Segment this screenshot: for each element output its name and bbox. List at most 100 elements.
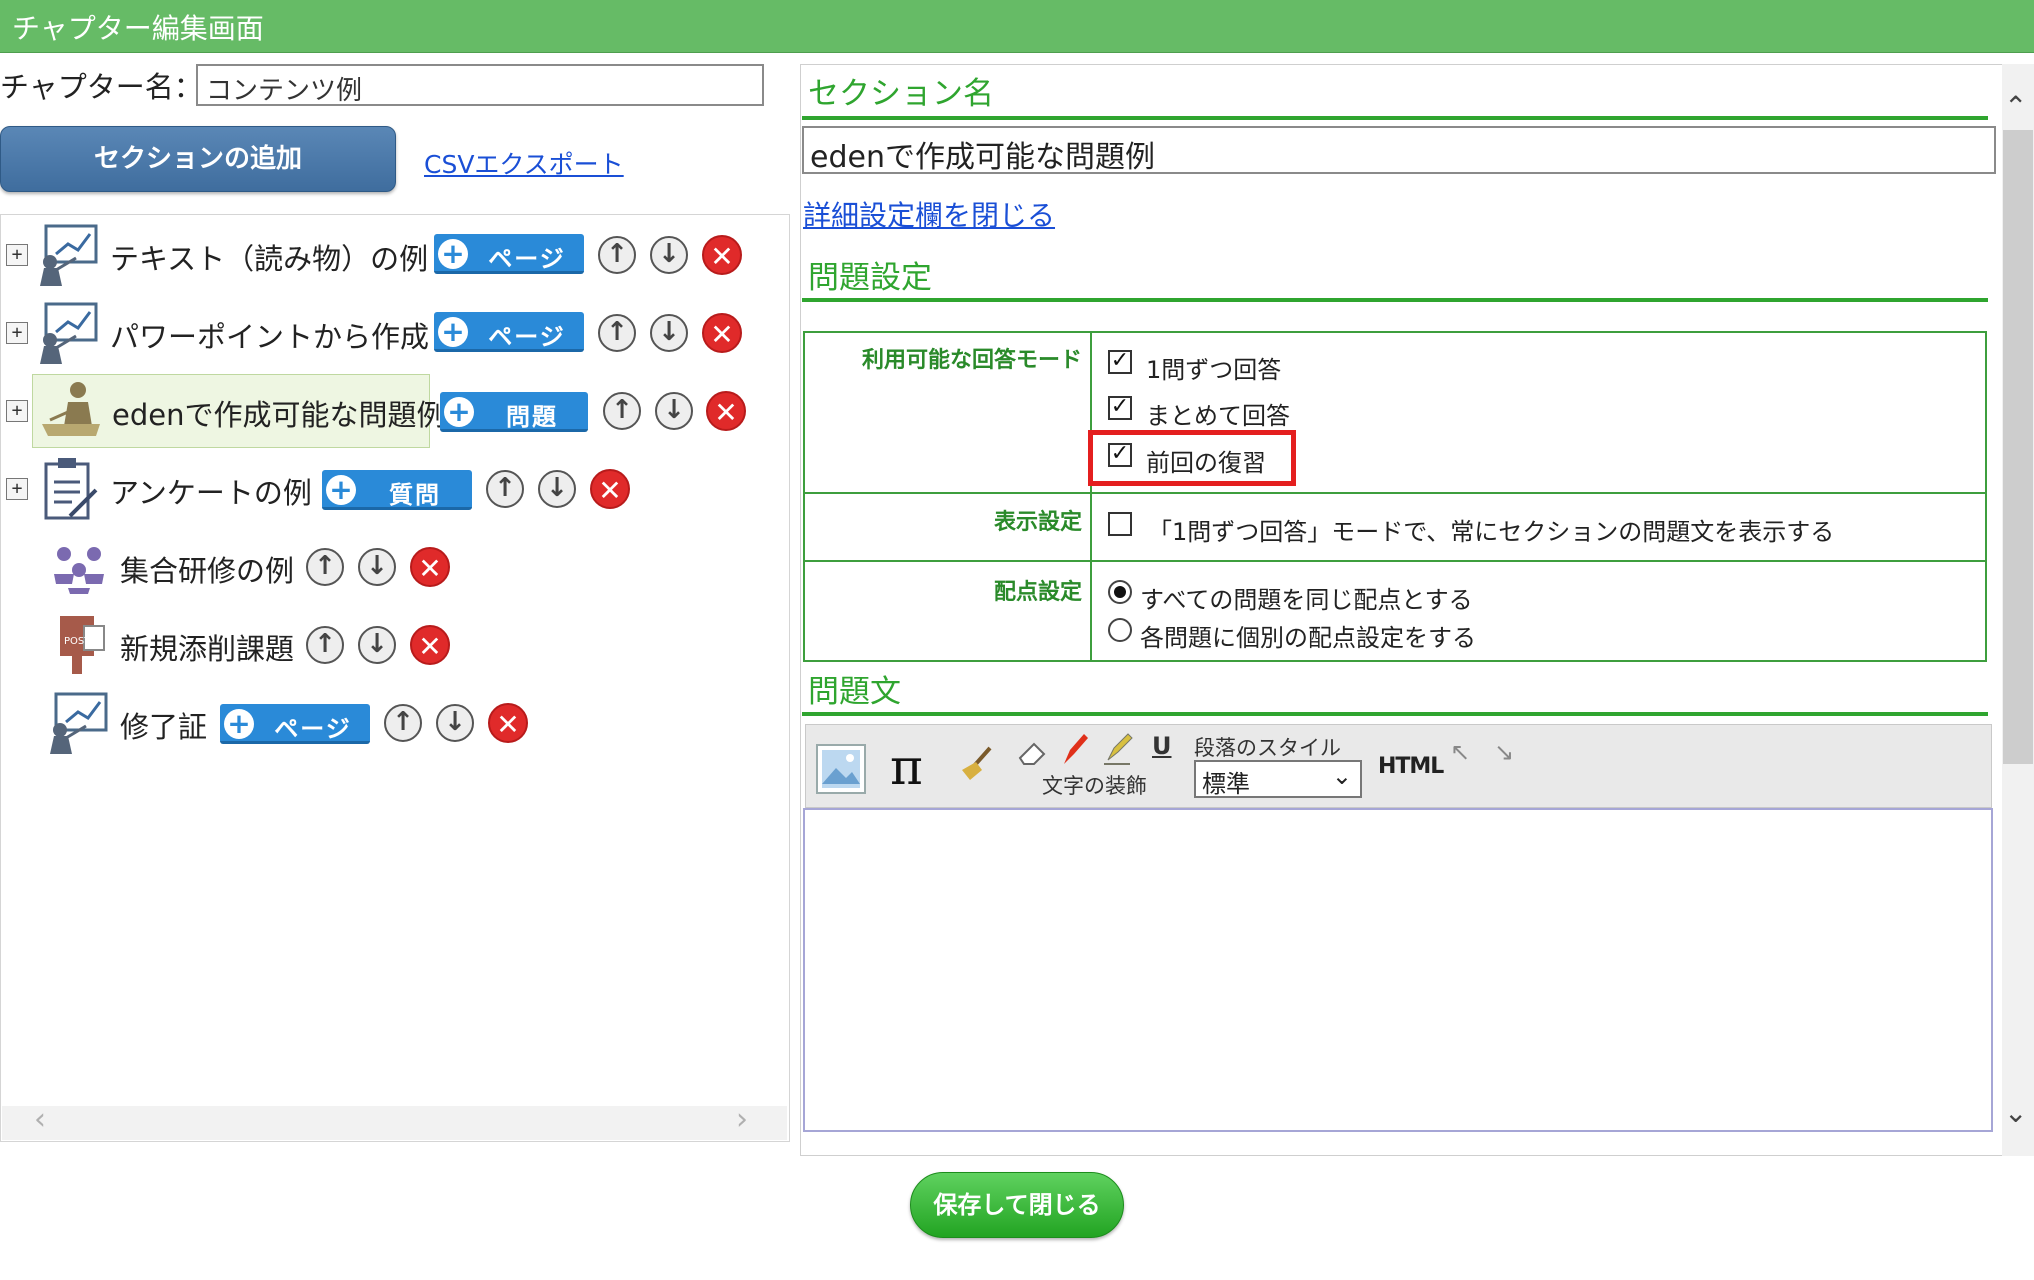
- presentation-icon: [50, 692, 108, 754]
- move-up-icon[interactable]: ↑: [486, 470, 524, 508]
- move-up-icon[interactable]: ↑: [384, 704, 422, 742]
- delete-icon[interactable]: ✕: [702, 235, 742, 275]
- display-setting-option: 「1問ずつ回答」モードで、常にセクションの問題文を表示する: [1148, 518, 1835, 546]
- answer-mode-checkbox[interactable]: ✓: [1108, 350, 1132, 374]
- close-details-link[interactable]: 詳細設定欄を閉じる: [803, 194, 1055, 234]
- add-section-button[interactable]: セクションの追加: [0, 126, 396, 192]
- delete-icon[interactable]: ✕: [488, 703, 528, 743]
- scroll-left-icon[interactable]: ‹: [34, 1102, 46, 1137]
- question-text-heading: 問題文: [808, 674, 901, 710]
- delete-icon[interactable]: ✕: [410, 547, 450, 587]
- move-up-icon[interactable]: ↑: [306, 548, 344, 586]
- section-label[interactable]: 新規添削課題: [120, 626, 294, 668]
- question-text-editor[interactable]: [803, 808, 1993, 1132]
- plus-icon: +: [438, 239, 468, 269]
- divider: [802, 116, 1988, 120]
- presentation-icon: [40, 224, 98, 286]
- add-page-button[interactable]: + ページ: [220, 704, 370, 744]
- answer-mode-option: まとめて回答: [1146, 402, 1290, 430]
- section-label[interactable]: 集合研修の例: [120, 548, 294, 590]
- svg-text:POST: POST: [64, 636, 91, 647]
- add-question-button[interactable]: + 質問: [322, 470, 472, 510]
- scoring-radio[interactable]: [1108, 580, 1132, 604]
- section-label[interactable]: 修了証: [120, 704, 207, 746]
- tree-horizontal-scrollbar[interactable]: ‹ ›: [2, 1102, 787, 1140]
- add-question-button[interactable]: + 問題: [440, 392, 588, 432]
- display-setting-label: 表示設定: [993, 510, 1082, 535]
- student-writing-icon: [42, 382, 100, 436]
- section-name-input[interactable]: edenで作成可能な問題例: [802, 126, 1996, 175]
- delete-icon[interactable]: ✕: [706, 391, 746, 431]
- move-down-icon[interactable]: ↓: [655, 392, 693, 430]
- add-page-button[interactable]: + ページ: [434, 234, 584, 274]
- section-label[interactable]: テキスト（読み物）の例: [110, 236, 428, 278]
- divider: [802, 712, 1988, 716]
- expand-toggle[interactable]: +: [6, 400, 28, 422]
- delete-icon[interactable]: ✕: [702, 313, 742, 353]
- scroll-up-icon[interactable]: ⌃: [2004, 90, 2027, 123]
- delete-icon[interactable]: ✕: [590, 469, 630, 509]
- paragraph-style-value: 標準: [1202, 770, 1250, 798]
- answer-mode-label: 利用可能な回答モード: [861, 348, 1082, 373]
- move-up-icon[interactable]: ↑: [598, 236, 636, 274]
- highlighter-yellow-icon[interactable]: [1100, 730, 1134, 768]
- section-label[interactable]: パワーポイントから作成: [110, 314, 429, 356]
- group-training-icon: [54, 547, 104, 594]
- highlighter-red-icon[interactable]: [1056, 730, 1090, 768]
- shrink-arrow-icon[interactable]: ↖: [1450, 738, 1470, 766]
- math-pi-icon[interactable]: π: [890, 738, 923, 796]
- scrollbar-thumb[interactable]: [2003, 130, 2033, 764]
- move-down-icon[interactable]: ↓: [538, 470, 576, 508]
- chevron-down-icon: ⌄: [1331, 762, 1352, 790]
- save-and-close-button[interactable]: 保存して閉じる: [910, 1172, 1124, 1238]
- delete-icon[interactable]: ✕: [410, 625, 450, 665]
- presentation-icon: [40, 302, 98, 364]
- paragraph-style-select[interactable]: 標準 ⌄: [1194, 760, 1362, 798]
- add-page-button[interactable]: + ページ: [434, 312, 584, 352]
- question-settings-heading: 問題設定: [808, 260, 932, 296]
- move-up-icon[interactable]: ↑: [598, 314, 636, 352]
- page-title: チャプター編集画面: [12, 12, 264, 45]
- section-label[interactable]: edenで作成可能な問題例: [112, 392, 445, 434]
- scroll-down-icon[interactable]: ⌄: [2004, 1096, 2027, 1129]
- paragraph-style-label: 段落のスタイル: [1194, 736, 1341, 760]
- expand-toggle[interactable]: +: [6, 244, 28, 266]
- plus-icon: +: [326, 475, 356, 505]
- move-up-icon[interactable]: ↑: [603, 392, 641, 430]
- move-down-icon[interactable]: ↓: [650, 314, 688, 352]
- plus-icon: +: [444, 397, 474, 427]
- plus-icon: +: [224, 709, 254, 739]
- answer-mode-checkbox[interactable]: ✓: [1108, 396, 1132, 420]
- scoring-setting-label: 配点設定: [993, 580, 1082, 605]
- move-down-icon[interactable]: ↓: [358, 626, 396, 664]
- expand-toggle[interactable]: +: [6, 478, 28, 500]
- insert-image-icon[interactable]: [816, 744, 866, 794]
- move-up-icon[interactable]: ↑: [306, 626, 344, 664]
- table-column-divider: [1090, 331, 1092, 662]
- section-name-heading: セクション名: [808, 76, 994, 112]
- expand-arrow-icon[interactable]: ↘: [1494, 738, 1514, 766]
- plus-icon: +: [438, 317, 468, 347]
- scoring-option: すべての問題を同じ配点とする: [1140, 586, 1473, 614]
- display-setting-checkbox[interactable]: [1108, 512, 1132, 536]
- highlight-box: [1088, 430, 1296, 486]
- scoring-radio[interactable]: [1108, 618, 1132, 642]
- section-label[interactable]: アンケートの例: [110, 470, 312, 512]
- divider: [802, 298, 1988, 302]
- window-titlebar: チャプター編集画面: [0, 0, 2034, 53]
- move-down-icon[interactable]: ↓: [650, 236, 688, 274]
- text-decoration-label: 文字の装飾: [1042, 774, 1147, 798]
- eraser-icon[interactable]: [1016, 734, 1050, 768]
- underline-icon[interactable]: U: [1152, 732, 1172, 760]
- csv-export-link[interactable]: CSVエクスポート: [424, 145, 624, 181]
- move-down-icon[interactable]: ↓: [436, 704, 474, 742]
- move-down-icon[interactable]: ↓: [358, 548, 396, 586]
- html-source-button[interactable]: HTML: [1378, 754, 1444, 779]
- scoring-option: 各問題に個別の配点設定をする: [1140, 624, 1476, 652]
- scroll-right-icon[interactable]: ›: [736, 1102, 748, 1137]
- chapter-name-input[interactable]: コンテンツ例: [196, 64, 764, 106]
- clipboard-icon: [44, 458, 98, 520]
- expand-toggle[interactable]: +: [6, 322, 28, 344]
- clear-format-broom-icon[interactable]: [956, 744, 996, 784]
- table-row-divider: [803, 492, 1987, 494]
